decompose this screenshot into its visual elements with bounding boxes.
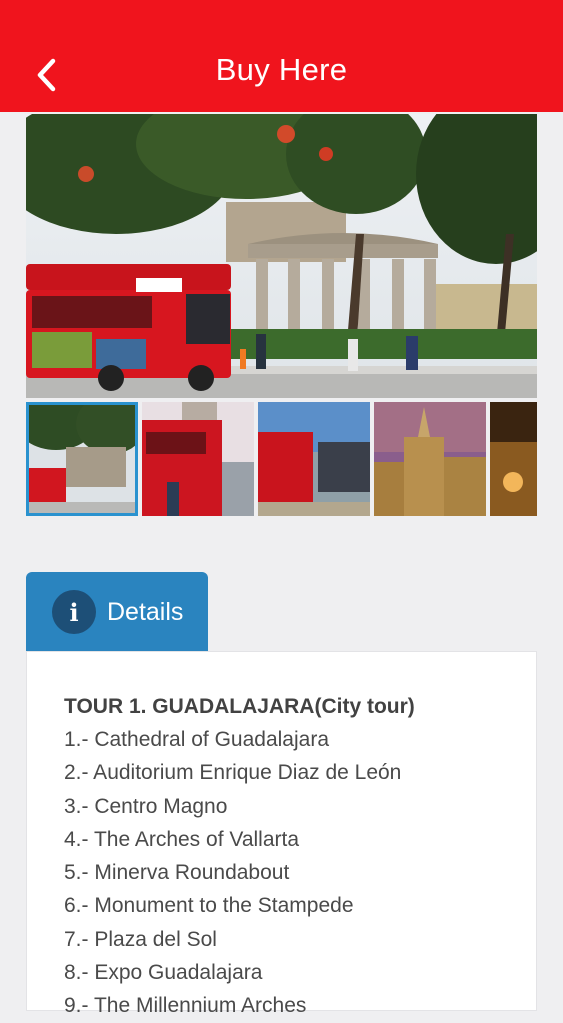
thumbnail-2[interactable]: [142, 402, 254, 516]
list-item: 2.- Auditorium Enrique Diaz de León: [64, 761, 402, 785]
list-item: 5.- Minerva Roundabout: [64, 861, 290, 885]
tour-title: TOUR 1. GUADALAJARA(City tour): [64, 695, 415, 718]
list-item: 7.- Plaza del Sol: [64, 927, 217, 951]
list-item: 8.- Expo Guadalajara: [64, 961, 263, 985]
tab-details-label: Details: [107, 597, 184, 626]
hero-image[interactable]: [26, 114, 537, 398]
thumbnail-strip: [26, 402, 537, 516]
list-item: 3.- Centro Magno: [64, 794, 228, 818]
thumbnail-4[interactable]: [374, 402, 486, 516]
list-item: 1.- Cathedral of Guadalajara: [64, 728, 329, 751]
tab-details[interactable]: i Details: [26, 572, 208, 652]
details-panel: TOUR 1. GUADALAJARA(City tour) 1.- Cathe…: [26, 651, 537, 1017]
info-icon: i: [52, 590, 96, 634]
app-header: Buy Here: [0, 0, 563, 112]
list-item: 6.- Monument to the Stampede: [64, 894, 354, 918]
list-item: 9.- The Millennium Arches: [64, 994, 307, 1018]
thumbnail-5[interactable]: [490, 402, 537, 516]
list-item: 4.- The Arches of Vallarta: [64, 827, 300, 851]
page-title: Buy Here: [215, 52, 348, 87]
thumbnail-1[interactable]: [26, 402, 138, 516]
thumbnail-3[interactable]: [258, 402, 370, 516]
